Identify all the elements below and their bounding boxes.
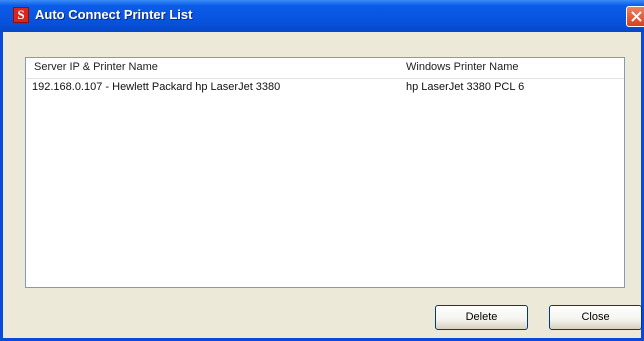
window-title: Auto Connect Printer List [35,7,193,22]
window-close-button[interactable] [626,6,644,27]
title-bar[interactable]: S Auto Connect Printer List [0,0,644,32]
close-button[interactable]: Close [549,305,642,330]
app-logo-icon: S [13,7,29,23]
list-header: Server IP & Printer Name Windows Printer… [26,58,624,79]
list-row[interactable]: 192.168.0.107 - Hewlett Packard hp Laser… [26,79,624,96]
column-header-windows-printer[interactable]: Windows Printer Name [406,61,518,73]
close-x-icon [631,11,642,22]
delete-button[interactable]: Delete [435,305,528,330]
cell-windows-printer: hp LaserJet 3380 PCL 6 [406,81,525,93]
column-header-server[interactable]: Server IP & Printer Name [34,61,158,73]
printer-list[interactable]: Server IP & Printer Name Windows Printer… [25,57,625,288]
cell-server-printer: 192.168.0.107 - Hewlett Packard hp Laser… [32,81,281,93]
dialog-window: S Auto Connect Printer List Server IP & … [0,0,644,341]
